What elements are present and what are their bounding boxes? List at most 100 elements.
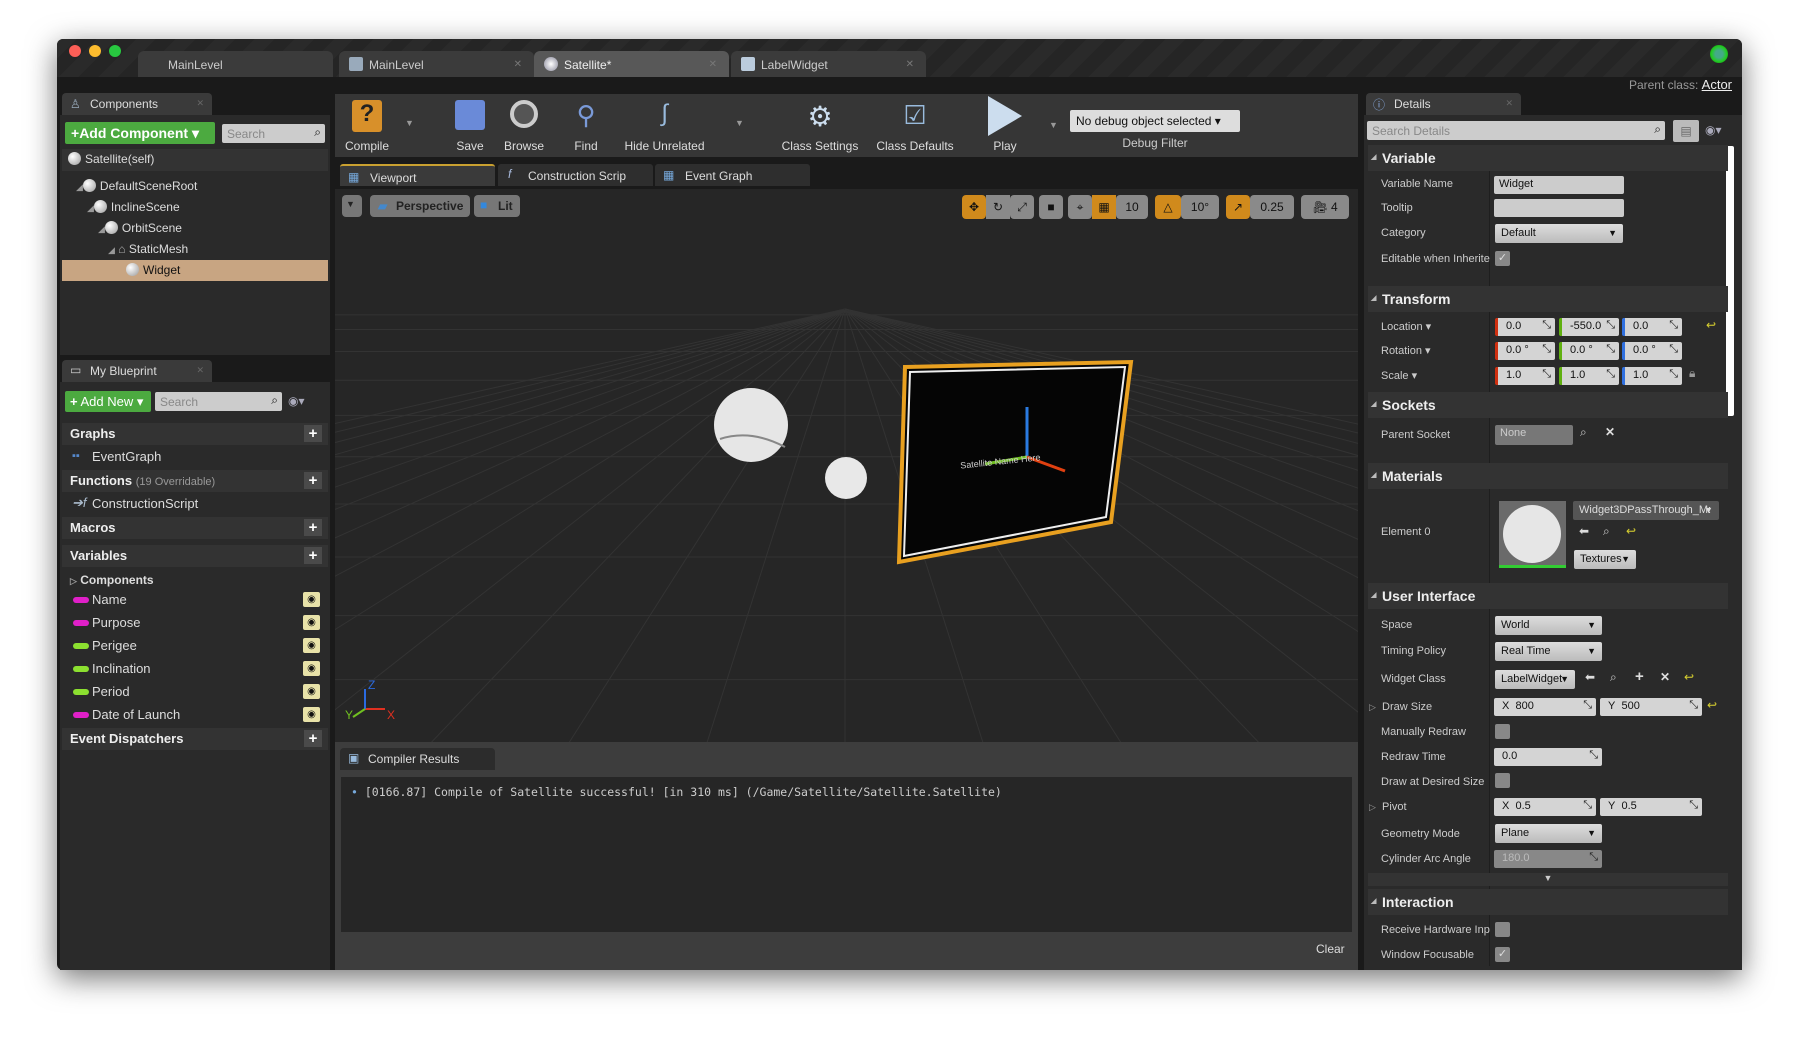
debug-object-select[interactable]: No debug object selected ▾ bbox=[1070, 110, 1240, 132]
material-thumbnail[interactable] bbox=[1499, 501, 1566, 568]
redraw-time-input[interactable]: 0.0 bbox=[1494, 748, 1602, 766]
my-blueprint-tab[interactable]: ▭ My Blueprint ✕ bbox=[62, 360, 212, 382]
close-tab-icon[interactable]: ✕ bbox=[196, 98, 204, 109]
add-variable-button[interactable]: + bbox=[304, 547, 322, 564]
expand-icon[interactable]: ◢ bbox=[98, 224, 105, 234]
browse-material-icon[interactable]: ⌕ bbox=[1603, 524, 1610, 539]
tab-satellite[interactable]: Satellite* ✕ bbox=[534, 51, 729, 77]
add-graph-button[interactable]: + bbox=[304, 425, 322, 442]
eye-icon[interactable]: ◉ bbox=[303, 638, 320, 653]
draw-size-label[interactable]: ▷ Draw Size bbox=[1369, 701, 1432, 713]
scale-y-input[interactable]: 1.0 bbox=[1559, 367, 1619, 385]
surface-snap-button[interactable]: ⌖ bbox=[1068, 195, 1092, 219]
section-materials[interactable]: Materials bbox=[1368, 463, 1728, 489]
rotation-z-input[interactable]: 0.0 ° bbox=[1622, 342, 1682, 360]
parent-class-link[interactable]: Actor bbox=[1702, 77, 1732, 92]
clear-button[interactable]: Clear bbox=[1316, 942, 1345, 956]
draw-desired-size-checkbox[interactable] bbox=[1495, 773, 1510, 788]
tree-item[interactable]: ◢ ⌂ StaticMesh bbox=[62, 239, 328, 260]
reset-to-default-icon[interactable]: ↩ bbox=[1626, 524, 1636, 538]
tree-item[interactable]: ◢ DefaultSceneRoot bbox=[62, 176, 328, 197]
create-new-icon[interactable]: + bbox=[1635, 668, 1644, 685]
pivot-x-input[interactable]: X 0.5 bbox=[1494, 798, 1596, 816]
scale-z-input[interactable]: 1.0 bbox=[1622, 367, 1682, 385]
timing-policy-select[interactable]: Real Time bbox=[1495, 642, 1602, 661]
variable-item[interactable]: Date of Launch ◉ bbox=[62, 704, 328, 726]
add-function-button[interactable]: + bbox=[304, 472, 322, 489]
add-macro-button[interactable]: + bbox=[304, 519, 322, 536]
scale-label[interactable]: Scale ▾ bbox=[1381, 369, 1417, 382]
section-variable[interactable]: Variable bbox=[1368, 145, 1728, 171]
tab-event-graph[interactable]: ▦ Event Graph bbox=[655, 164, 810, 186]
rotation-snap-value[interactable]: 10° bbox=[1181, 195, 1219, 219]
grid-snap-value[interactable]: 10 bbox=[1116, 195, 1148, 219]
source-control-icon[interactable] bbox=[1710, 45, 1728, 63]
details-scrollbar[interactable] bbox=[1726, 146, 1734, 416]
column-splitter[interactable] bbox=[1489, 146, 1490, 966]
scale-mode-button[interactable]: ⤢ bbox=[1010, 195, 1034, 219]
viewport-options-button[interactable]: ▼ bbox=[342, 195, 362, 217]
section-transform[interactable]: Transform bbox=[1368, 286, 1728, 312]
tab-mainlevel-1[interactable]: MainLevel bbox=[138, 51, 333, 77]
hide-unrelated-dropdown[interactable]: ▼ bbox=[735, 118, 744, 128]
section-sockets[interactable]: Sockets bbox=[1368, 392, 1728, 418]
tab-labelwidget[interactable]: LabelWidget ✕ bbox=[731, 51, 926, 77]
draw-size-y-input[interactable]: Y 500 bbox=[1600, 698, 1702, 716]
property-matrix-button[interactable]: ▤ bbox=[1673, 120, 1699, 142]
pivot-y-input[interactable]: Y 0.5 bbox=[1600, 798, 1702, 816]
window-focusable-checkbox[interactable]: ✓ bbox=[1495, 947, 1510, 962]
location-label[interactable]: Location ▾ bbox=[1381, 320, 1431, 333]
section-interaction[interactable]: Interaction bbox=[1368, 889, 1728, 915]
receive-hardware-input-checkbox[interactable] bbox=[1495, 922, 1510, 937]
close-tab-icon[interactable]: ✕ bbox=[709, 59, 717, 70]
lit-button[interactable]: ■ Lit bbox=[474, 195, 520, 217]
tree-item[interactable]: ◢ OrbitScene bbox=[62, 218, 328, 239]
textures-dropdown[interactable]: Textures bbox=[1574, 550, 1636, 569]
expand-icon[interactable]: ▷ bbox=[1369, 702, 1376, 712]
space-select[interactable]: World bbox=[1495, 616, 1602, 635]
class-defaults-button[interactable]: ☑ Class Defaults bbox=[870, 94, 960, 157]
scale-snap-toggle[interactable]: ↗ bbox=[1226, 195, 1250, 219]
parent-socket-field[interactable]: None bbox=[1495, 425, 1573, 445]
minimize-window-button[interactable] bbox=[89, 45, 101, 57]
expand-icon[interactable]: ◢ bbox=[87, 203, 94, 213]
close-tab-icon[interactable]: ✕ bbox=[906, 59, 914, 70]
section-functions[interactable]: Functions (19 Overridable) + bbox=[62, 470, 328, 492]
browse-button[interactable]: Browse bbox=[498, 94, 550, 157]
section-variables[interactable]: Variables + bbox=[62, 545, 328, 567]
browse-socket-icon[interactable]: ⌕ bbox=[1580, 425, 1587, 440]
variable-item[interactable]: Perigee ◉ bbox=[62, 635, 328, 657]
components-tab[interactable]: ♙ Components ✕ bbox=[62, 93, 212, 115]
reset-to-default-icon[interactable]: ↩ bbox=[1706, 318, 1716, 332]
widget-class-select[interactable]: LabelWidget bbox=[1495, 670, 1575, 689]
close-window-button[interactable] bbox=[69, 45, 81, 57]
lock-icon[interactable]: 🔒︎ bbox=[1689, 366, 1695, 381]
class-settings-button[interactable]: ⚙ Class Settings bbox=[775, 94, 865, 157]
tree-item-selected[interactable]: Widget bbox=[62, 260, 328, 281]
details-search-input[interactable]: Search Details ⌕ bbox=[1367, 121, 1665, 140]
add-dispatcher-button[interactable]: + bbox=[304, 730, 322, 747]
rotation-x-input[interactable]: 0.0 ° bbox=[1495, 342, 1555, 360]
expand-icon[interactable]: ▷ bbox=[70, 576, 77, 586]
hide-unrelated-button[interactable]: ∫ Hide Unrelated bbox=[617, 94, 712, 157]
reset-to-default-icon[interactable]: ↩ bbox=[1707, 698, 1717, 712]
rotation-label[interactable]: Rotation ▾ bbox=[1381, 344, 1431, 357]
eye-icon[interactable]: ◉ bbox=[303, 592, 320, 607]
expand-icon[interactable]: ◢ bbox=[76, 182, 83, 192]
variable-name-input[interactable]: Widget bbox=[1494, 176, 1624, 194]
close-tab-icon[interactable]: ✕ bbox=[514, 59, 522, 70]
location-y-input[interactable]: -550.0 bbox=[1559, 318, 1619, 336]
add-component-button[interactable]: +Add Component ▾ bbox=[65, 122, 215, 144]
find-button[interactable]: ⚲ Find bbox=[563, 94, 609, 157]
compile-options-dropdown[interactable]: ▼ bbox=[405, 118, 414, 128]
variable-item[interactable]: Period ◉ bbox=[62, 681, 328, 703]
translate-mode-button[interactable]: ✥ bbox=[962, 195, 986, 219]
section-event-dispatchers[interactable]: Event Dispatchers + bbox=[62, 728, 328, 750]
variables-components-category[interactable]: ▷ Components bbox=[70, 573, 154, 587]
geometry-mode-select[interactable]: Plane bbox=[1495, 824, 1602, 843]
grid-snap-toggle[interactable]: ▦ bbox=[1092, 195, 1116, 219]
variable-item[interactable]: Name ◉ bbox=[62, 589, 328, 611]
editable-checkbox[interactable]: ✓ bbox=[1495, 251, 1510, 266]
variable-item[interactable]: Purpose ◉ bbox=[62, 612, 328, 634]
tab-construction-script[interactable]: f Construction Scrip bbox=[498, 164, 653, 186]
